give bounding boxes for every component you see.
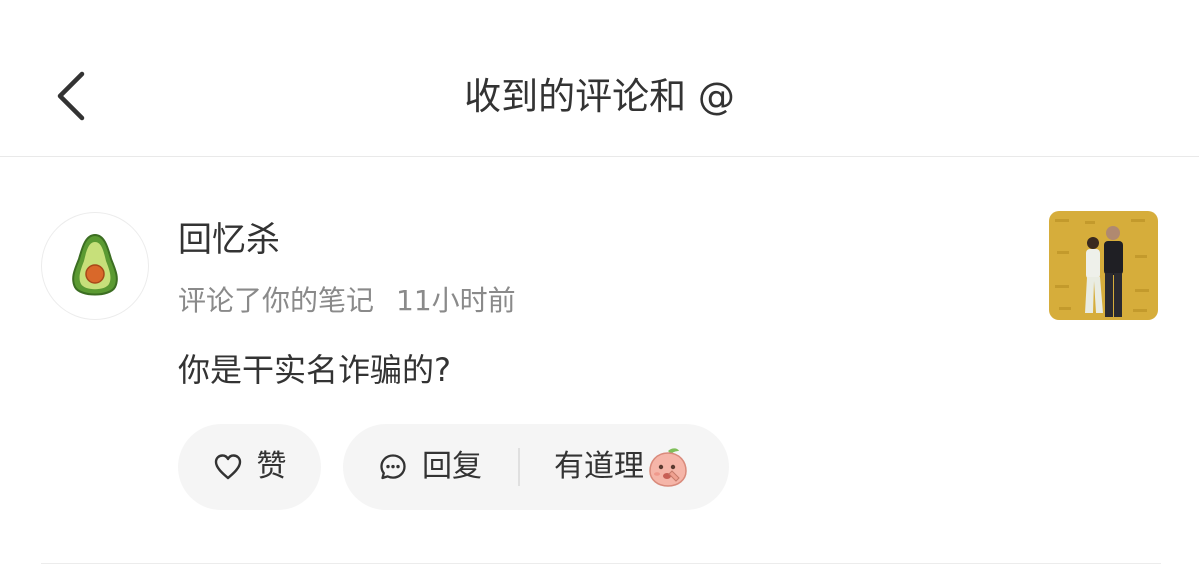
avocado-icon: [72, 233, 118, 296]
comment-text: 你是干实名诈骗的?: [178, 351, 451, 389]
timestamp: 11小时前: [396, 284, 516, 317]
reply-button[interactable]: 回复: [378, 424, 482, 510]
reply-action-group: 回复 有道理: [343, 424, 729, 510]
username[interactable]: 回忆杀: [178, 217, 280, 263]
comment-notification-item[interactable]: 回忆杀 评论了你的笔记 11小时前 你是干实名诈骗的? 赞 回复 有道理: [0, 157, 1199, 567]
quick-reply-button[interactable]: 有道理: [554, 424, 690, 510]
heart-outline-icon: [214, 454, 241, 480]
reply-label: 回复: [422, 449, 482, 484]
comment-meta: 评论了你的笔记 11小时前: [178, 281, 516, 321]
comments-page: 收到的评论和 @ 回忆杀 评论了你的笔记 11小时前 你是干实名诈骗的? 赞 回…: [0, 0, 1199, 587]
list-divider: [41, 563, 1161, 564]
avatar[interactable]: [41, 212, 149, 320]
like-button[interactable]: 赞: [178, 424, 321, 510]
quick-reply-label: 有道理: [554, 449, 644, 484]
pill-divider: [518, 448, 520, 486]
action-text: 评论了你的笔记: [178, 284, 375, 317]
page-title: 收到的评论和 @: [464, 75, 735, 118]
note-thumbnail[interactable]: [1049, 211, 1158, 320]
note-photo-thumbnail: [1049, 211, 1158, 320]
chat-bubble-icon: [380, 454, 406, 480]
like-label: 赞: [256, 449, 287, 484]
peach-emoji-icon: [649, 448, 687, 487]
top-nav-bar: 收到的评论和 @: [0, 0, 1199, 157]
